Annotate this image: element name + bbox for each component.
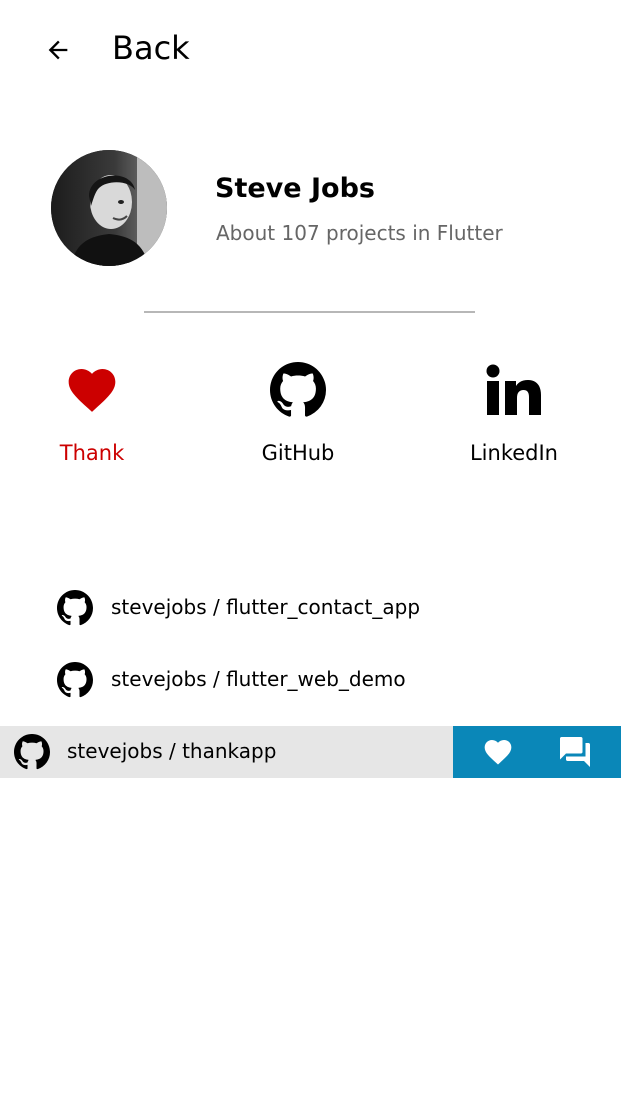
heart-icon [484, 740, 512, 765]
github-icon [14, 734, 50, 770]
repo-label: stevejobs / thankapp [67, 739, 277, 763]
github-icon [270, 362, 326, 417]
repo-label: stevejobs / flutter_web_demo [111, 667, 406, 691]
repo-row-flutter-web-demo[interactable]: stevejobs / flutter_web_demo [0, 654, 621, 706]
github-icon [57, 662, 93, 698]
app-bar: Back [0, 0, 621, 100]
github-icon [57, 590, 93, 626]
profile-name: Steve Jobs [215, 173, 375, 204]
repo-row-flutter-contact-app[interactable]: stevejobs / flutter_contact_app [0, 582, 621, 634]
linkedin-icon [486, 364, 541, 415]
profile-subtitle: About 107 projects in Flutter [216, 221, 503, 245]
chat-icon [560, 737, 590, 767]
avatar [51, 150, 167, 266]
arrow-back-icon [48, 40, 68, 60]
heart-icon [68, 369, 116, 412]
slide-thank-button[interactable] [456, 726, 540, 778]
github-button[interactable]: GitHub [233, 350, 363, 470]
slide-actions-panel [453, 726, 621, 778]
thank-button[interactable]: Thank [27, 350, 157, 470]
repo-row-thankapp-content[interactable]: stevejobs / thankapp [0, 726, 453, 778]
avatar-photo [51, 150, 167, 266]
divider [144, 311, 475, 313]
github-label: GitHub [261, 441, 335, 465]
linkedin-label: LinkedIn [469, 441, 558, 465]
repo-label: stevejobs / flutter_contact_app [111, 595, 421, 619]
page-title: Back [112, 29, 190, 67]
slide-chat-button[interactable] [533, 726, 617, 778]
linkedin-button[interactable]: LinkedIn [449, 350, 579, 470]
back-button[interactable] [30, 22, 86, 78]
repo-row-thankapp: stevejobs / thankapp [0, 726, 621, 778]
thank-label: Thank [59, 441, 125, 465]
